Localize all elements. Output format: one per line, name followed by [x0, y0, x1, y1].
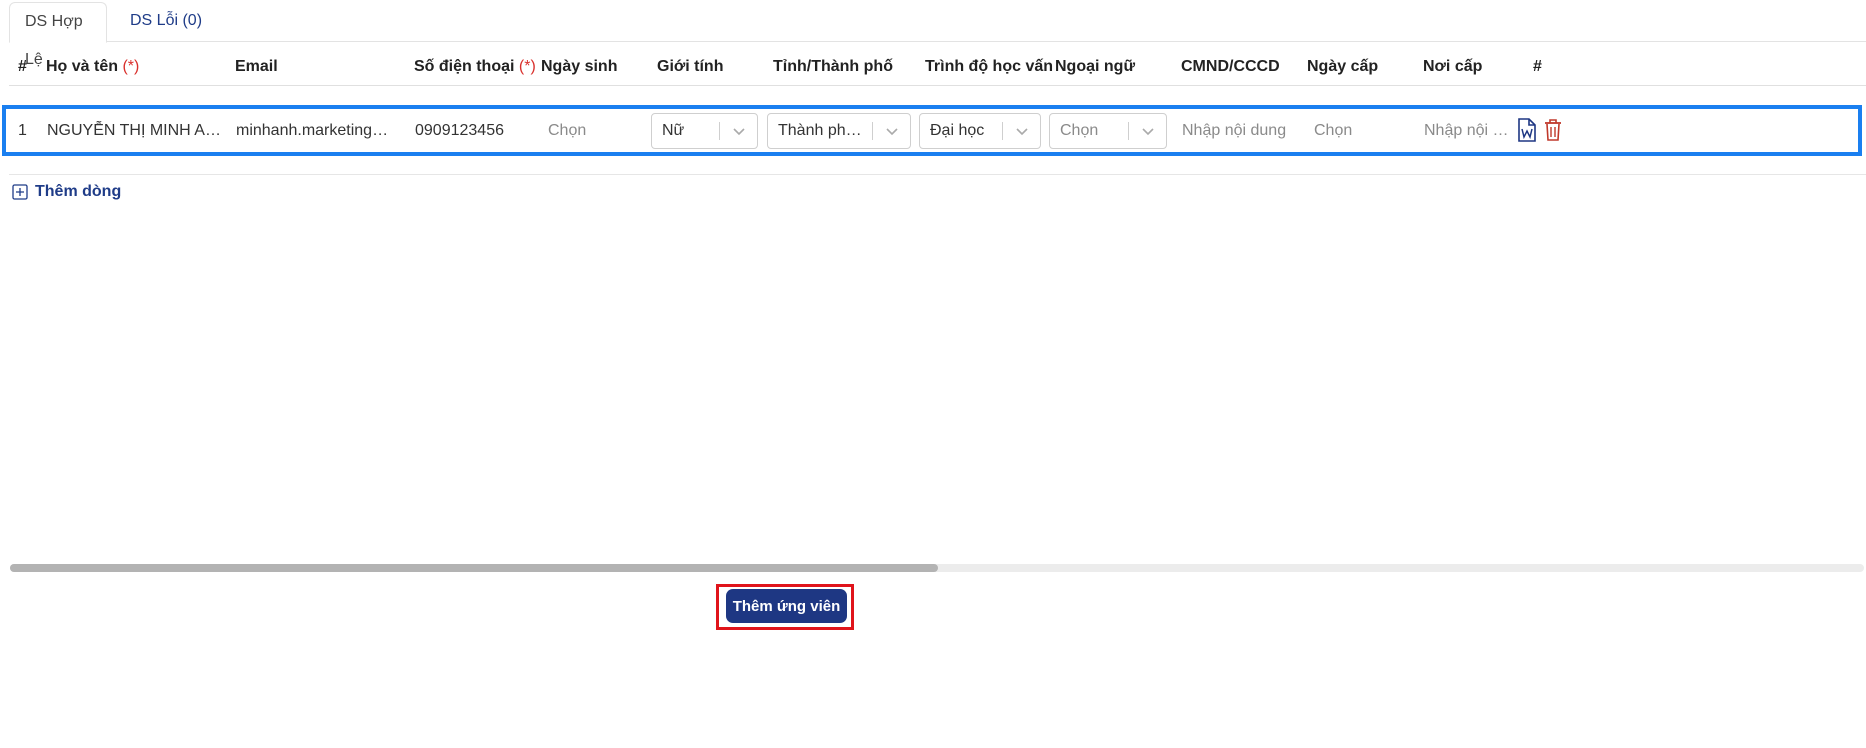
province-select[interactable]: Thành phố...	[767, 113, 911, 149]
cell-phone[interactable]: 0909123456	[415, 109, 525, 152]
tab-bar: DS Hợp Lệ DS Lỗi (0)	[9, 0, 1866, 68]
issue-place-input[interactable]: Nhập nội du...	[1424, 109, 1514, 152]
province-select-value: Thành phố...	[778, 122, 866, 139]
cell-email[interactable]: minhanh.marketing@...	[236, 109, 396, 152]
chevron-down-icon	[1142, 128, 1154, 136]
gender-select[interactable]: Nữ	[651, 113, 758, 149]
add-row-button[interactable]: Thêm dòng	[12, 181, 121, 203]
issue-date-picker[interactable]: Chọn	[1314, 109, 1404, 152]
row-index: 1	[18, 122, 27, 139]
header-issue-place: Nơi cấp	[1423, 58, 1483, 75]
header-phone-label: Số điện thoại	[414, 58, 515, 75]
tab-valid-list[interactable]: DS Hợp Lệ	[9, 2, 107, 68]
gender-select-value: Nữ	[662, 122, 685, 139]
row-divider	[9, 174, 1866, 175]
header-issue-date: Ngày cấp	[1307, 58, 1379, 75]
header-province: Tỉnh/Thành phố	[773, 58, 893, 75]
cell-name[interactable]: NGUYỄN THỊ MINH ANH	[47, 109, 227, 152]
header-id-card: CMND/CCCD	[1181, 58, 1280, 75]
education-select-value: Đại học	[930, 122, 985, 139]
header-gender: Giới tính	[657, 58, 724, 75]
select-separator	[1128, 122, 1129, 140]
tab-error-list[interactable]: DS Lỗi (0)	[115, 2, 217, 42]
id-card-input[interactable]: Nhập nội dung	[1182, 109, 1297, 152]
birthday-picker[interactable]: Chọn	[548, 109, 638, 152]
word-file-icon[interactable]	[1516, 117, 1538, 143]
plus-square-icon	[12, 184, 28, 200]
table-row: 1 NGUYỄN THỊ MINH ANH minhanh.marketing@…	[2, 105, 1862, 156]
select-separator	[1002, 122, 1003, 140]
header-index: #	[18, 58, 27, 75]
required-marker: (*)	[518, 58, 536, 75]
education-select[interactable]: Đại học	[919, 113, 1041, 149]
header-name: Họ và tên (*)	[46, 48, 139, 86]
language-select-placeholder: Chọn	[1060, 122, 1099, 139]
table-header: # Họ và tên (*) Email Số điện thoại (*) …	[9, 48, 1866, 86]
header-language: Ngoại ngữ	[1055, 58, 1136, 75]
trash-icon[interactable]	[1542, 117, 1564, 143]
chevron-down-icon	[733, 128, 745, 136]
horizontal-scrollbar-thumb[interactable]	[10, 564, 938, 572]
header-actions: #	[1533, 58, 1542, 75]
chevron-down-icon	[886, 128, 898, 136]
header-phone: Số điện thoại (*)	[414, 48, 536, 86]
header-name-label: Họ và tên	[46, 58, 119, 75]
select-separator	[719, 122, 720, 140]
add-row-label: Thêm dòng	[35, 183, 122, 200]
header-email: Email	[235, 58, 278, 75]
required-marker: (*)	[122, 58, 140, 75]
select-separator	[872, 122, 873, 140]
chevron-down-icon	[1016, 128, 1028, 136]
language-select[interactable]: Chọn	[1049, 113, 1167, 149]
header-birthday: Ngày sinh	[541, 58, 618, 75]
add-candidate-button[interactable]: Thêm ứng viên	[726, 589, 847, 623]
header-education: Trình độ học vấn	[925, 58, 1054, 75]
